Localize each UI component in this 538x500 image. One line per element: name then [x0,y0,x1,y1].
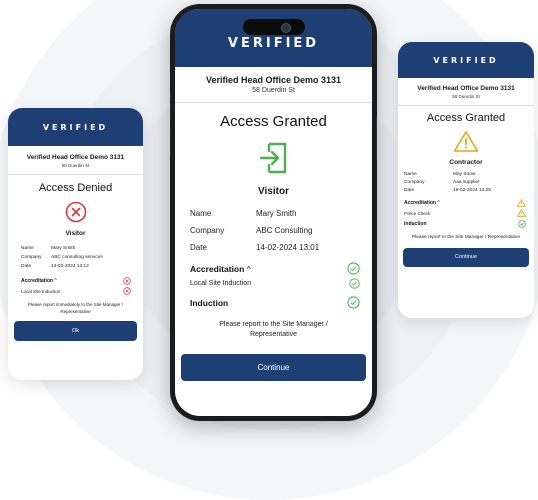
site-address: 58 Duerdin St [61,163,90,168]
ok-button[interactable]: Ok [14,321,137,342]
accreditation-label: Accreditation [21,278,53,284]
role-label: Visitor [65,230,86,237]
report-note: Please report to the Site Manager / Repr… [219,321,328,339]
divider [398,105,534,106]
app-header: VERIFIED [8,108,143,146]
continue-button[interactable]: Continue [403,247,529,267]
accreditation-label: Accreditation [404,200,436,206]
status-title: Access Granted [220,113,327,130]
field-date: Date 14-02-2024 13:12 [21,264,89,269]
camera-icon [280,23,291,33]
induction-label: Induction [404,221,427,227]
check-circle-icon [349,278,360,289]
accreditation-section[interactable]: Accreditation ^ [404,199,526,207]
phone-access-granted: VERIFIED Verified Head Office Demo 3131 … [170,4,377,421]
verified-logo: VERIFIED [42,122,109,132]
site-address: 58 Duerdin St [252,87,295,94]
x-circle-icon [123,287,131,295]
status-title: Access Granted [426,112,506,124]
accreditation-item: Police Check [404,209,526,217]
check-circle-icon [347,296,360,309]
divider [175,102,372,103]
role-label: Contractor [449,159,483,166]
field-company: Company Aaa supplier [404,180,480,185]
status-title: Access Denied [38,182,113,194]
accreditation-label: Accreditation [190,263,245,274]
accreditation-section[interactable]: Accreditation ^ [21,277,131,285]
field-name: Name May Snow [404,172,476,177]
field-company: Company ABC consulting services [21,255,103,260]
field-date: Date 14-02-2024 13:01 [190,243,320,252]
site-name: Verified Head Office Demo 3131 [205,75,342,85]
role-label: Visitor [258,186,289,197]
check-circle-icon [347,262,360,275]
warning-triangle-icon [398,130,534,153]
report-note: Please report to the Site Manager / Repr… [412,235,520,240]
induction-section: Induction [404,220,526,228]
chevron-up-icon: ^ [437,200,440,206]
app-header: VERIFIED [175,9,372,67]
check-circle-icon [518,220,526,228]
dynamic-island [242,19,305,35]
phone-access-granted-warning: VERIFIED Verified Head Office Demo 3131 … [398,42,534,318]
accreditation-item: Local Site Induction [21,287,131,295]
induction-section: Induction [190,296,360,309]
volume-button [170,128,171,156]
continue-button[interactable]: Continue [181,354,366,382]
accreditation-item: Local Site Induction [190,278,360,289]
verified-logo: VERIFIED [433,55,499,65]
x-circle-icon [8,201,143,223]
x-circle-icon [123,277,131,285]
divider [8,174,143,175]
site-name: Verified Head Office Demo 3131 [26,154,125,161]
field-name: Name Mary Smith [190,209,297,218]
phone-access-denied: VERIFIED Verified Head Office Demo 3131 … [8,108,143,380]
field-company: Company ABC Consulting [190,226,313,235]
field-name: Name Mary Smith [21,246,76,251]
field-date: Date 19-02-2024 13:25 [404,188,491,193]
power-button [376,116,377,160]
chevron-up-icon: ^ [54,278,57,284]
induction-label: Induction [190,297,229,308]
verified-logo: VERIFIED [227,35,320,51]
app-header: VERIFIED [398,42,534,78]
warning-triangle-icon [517,209,526,217]
door-enter-icon [175,141,372,175]
chevron-up-icon: ^ [246,263,251,274]
site-address: 58 Duerdin St [452,94,480,99]
phone-screen: VERIFIED Verified Head Office Demo 3131 … [175,9,372,416]
warning-triangle-icon [517,199,526,207]
site-name: Verified Head Office Demo 3131 [417,85,515,92]
volume-button [170,92,171,120]
report-note: Please report immediately to the Site Ma… [27,302,124,314]
accreditation-section[interactable]: Accreditation ^ [190,262,360,275]
